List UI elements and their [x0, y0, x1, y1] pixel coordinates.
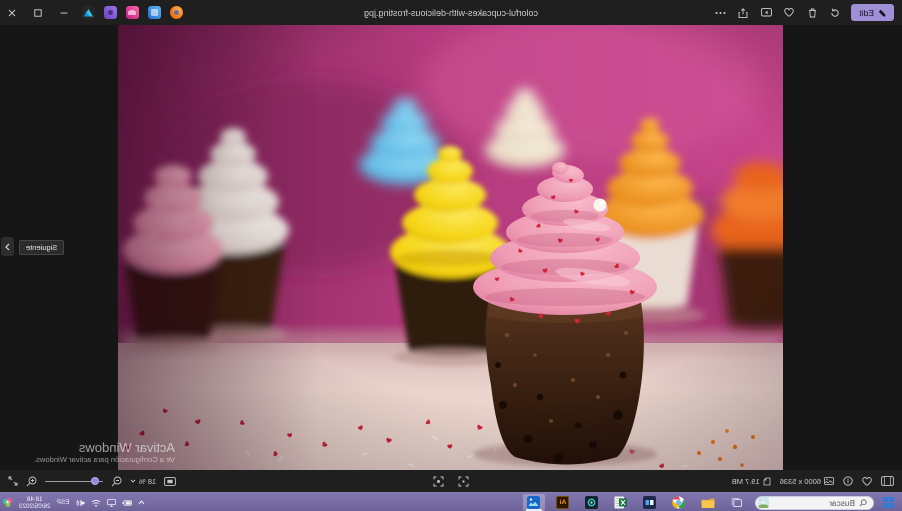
- more-options-icon[interactable]: [713, 6, 727, 20]
- app-icon-photos-active[interactable]: [523, 494, 545, 511]
- language-indicator[interactable]: ESP: [57, 499, 70, 506]
- app-icon-file-explorer[interactable]: [697, 494, 719, 511]
- search-icon: [859, 498, 867, 506]
- cupcakes-photo: [118, 25, 783, 470]
- file-size: 19.7 MB: [732, 477, 771, 486]
- mirrored-desktop: Edit colorful-cupcakes-with-delicious-fr…: [0, 0, 902, 511]
- purple-square-glyph: [108, 10, 113, 15]
- file-info-icon[interactable]: [843, 476, 853, 486]
- dimensions-icon: [824, 477, 834, 485]
- next-image-button[interactable]: [1, 237, 14, 256]
- app-icon-blue-square[interactable]: [148, 6, 161, 19]
- zoom-slider[interactable]: [45, 476, 103, 486]
- rotate-icon[interactable]: [828, 6, 842, 20]
- illustrator-letters: Ai: [556, 496, 570, 509]
- image-dimensions: 6000 x 5336: [780, 477, 834, 486]
- titlebar: Edit colorful-cupcakes-with-delicious-fr…: [0, 0, 902, 25]
- viewer-statusbar: 6000 x 5336 19.7 MB 18 %: [0, 470, 902, 492]
- tray-colorful-icon[interactable]: [2, 497, 13, 508]
- app-icon-chrome[interactable]: [668, 494, 690, 511]
- edit-button[interactable]: Edit: [851, 4, 894, 21]
- app-icon-excel[interactable]: [610, 494, 632, 511]
- app-icon-teal-triangle[interactable]: [82, 6, 95, 19]
- photo-toolbar: Edit: [713, 0, 894, 25]
- edit-button-label: Edit: [859, 7, 874, 18]
- zoom-level-dropdown[interactable]: 18 %: [130, 477, 156, 486]
- filmstrip-toggle-icon[interactable]: [881, 476, 894, 486]
- taskbar: Buscar Ai ESP 18:48 26/05/2023: [0, 492, 902, 511]
- blue-square-glyph: [151, 9, 158, 16]
- statusbar-left: 6000 x 5336 19.7 MB: [732, 470, 894, 492]
- app-icon-purple-square[interactable]: [104, 6, 117, 19]
- zoom-level-value: 18 %: [139, 476, 157, 486]
- search-box[interactable]: Buscar: [755, 495, 874, 510]
- dimensions-value: 6000 x 5336: [779, 476, 821, 486]
- clock-date: 26/05/2023: [19, 502, 51, 510]
- search-highlight-image: [758, 497, 769, 508]
- screen: Edit colorful-cupcakes-with-delicious-fr…: [0, 0, 902, 511]
- file-size-value: 19.7 MB: [731, 476, 760, 486]
- fit-window-icon[interactable]: [164, 476, 176, 486]
- delete-icon[interactable]: [805, 6, 819, 20]
- app-icon-illustrator[interactable]: Ai: [552, 494, 574, 511]
- maximize-button[interactable]: [30, 4, 47, 21]
- wifi-icon[interactable]: [91, 499, 101, 507]
- clock[interactable]: 18:48 26/05/2023: [19, 496, 51, 510]
- next-tooltip: Siguiente: [19, 240, 65, 255]
- fullscreen-icon[interactable]: [8, 476, 18, 486]
- statusbar-center: [433, 470, 469, 492]
- share-icon[interactable]: [736, 6, 750, 20]
- app-icon-pink[interactable]: [126, 6, 139, 19]
- hidden-icons-chevron[interactable]: [138, 500, 145, 505]
- file-size-icon: [763, 477, 771, 486]
- zoom-slider-thumb[interactable]: [91, 477, 99, 485]
- display-icon[interactable]: [106, 498, 116, 507]
- start-button[interactable]: [881, 495, 896, 510]
- zoom-out-icon[interactable]: [111, 476, 122, 487]
- actual-size-icon[interactable]: [433, 476, 444, 487]
- slideshow-icon[interactable]: [759, 6, 773, 20]
- pink-glyph: [128, 10, 137, 15]
- titlebar-right: [4, 0, 183, 25]
- favorite-status-icon[interactable]: [862, 476, 872, 486]
- pencil-icon: [878, 9, 886, 17]
- app-icon-dark-teal[interactable]: [581, 494, 603, 511]
- clock-time: 18:48: [26, 495, 43, 503]
- minimize-button[interactable]: [56, 4, 73, 21]
- close-button[interactable]: [4, 4, 21, 21]
- statusbar-right: 18 %: [8, 470, 176, 492]
- zoom-to-fit-icon[interactable]: [458, 476, 469, 487]
- window-title: colorful-cupcakes-with-delicious-frostin…: [363, 7, 539, 18]
- app-icon-dark-blue[interactable]: [639, 494, 661, 511]
- taskbar-tray: ESP 18:48 26/05/2023: [2, 493, 145, 511]
- taskbar-left: Buscar Ai: [523, 493, 896, 511]
- favorite-icon[interactable]: [782, 6, 796, 20]
- photo-viewer-canvas: Activar Windows Ve a Configuración para …: [0, 25, 902, 470]
- volume-icon[interactable]: [76, 499, 85, 507]
- zoom-in-icon[interactable]: [26, 476, 37, 487]
- task-view-button[interactable]: [726, 494, 748, 511]
- app-icon-orange-circle[interactable]: [170, 6, 183, 19]
- chevron-down-icon: [130, 479, 136, 483]
- search-placeholder: Buscar: [829, 497, 855, 508]
- orange-circle-core: [174, 10, 179, 15]
- battery-icon[interactable]: [121, 499, 132, 506]
